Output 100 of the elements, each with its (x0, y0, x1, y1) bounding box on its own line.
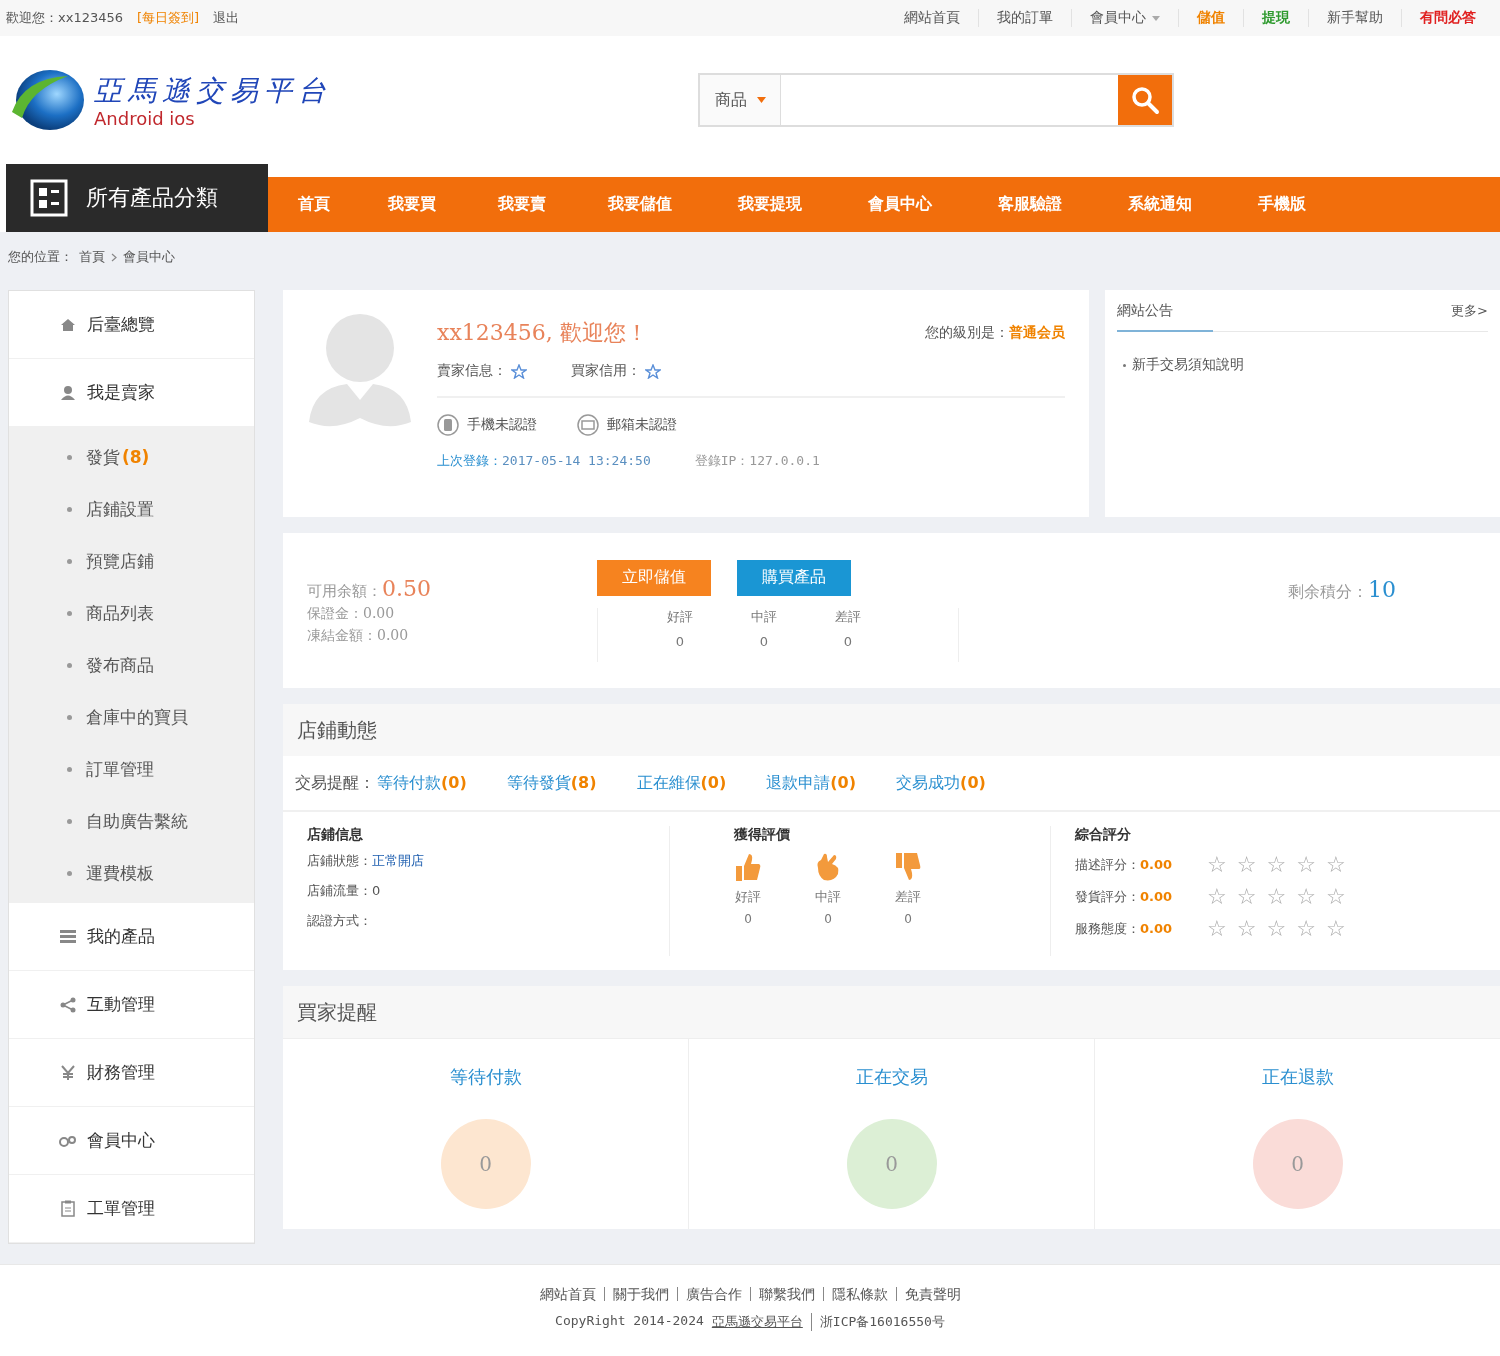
logout-link[interactable]: 退出 (213, 9, 240, 27)
bullet-icon (67, 818, 72, 824)
link-icon (59, 1134, 77, 1147)
frozen-amount: 凍結金額：0.00 (307, 627, 410, 645)
top-link[interactable]: 我的訂單 (997, 9, 1053, 27)
deposit-amount: 保證金：0.00 (307, 605, 396, 623)
star-icon (645, 363, 661, 379)
sidebar-subitem[interactable]: 發布商品 (86, 653, 154, 677)
top-link[interactable]: 網站首頁 (904, 9, 960, 27)
rating-label: 中評 (751, 607, 777, 626)
sidebar-subitem[interactable]: 店鋪設置 (86, 497, 154, 521)
top-link[interactable]: 會員中心 (1090, 9, 1146, 27)
logo-subtitle: Android ios (94, 107, 196, 129)
buyer-status-link[interactable]: 正在退款 (1261, 1065, 1334, 1089)
sidebar-subitem[interactable]: 商品列表 (86, 601, 154, 625)
score-label: 描述評分：0.00 (1075, 856, 1174, 874)
rating-count: 0 (759, 633, 769, 649)
rating-label: 差評 (835, 607, 861, 626)
sidebar-subitem[interactable]: 預覽店鋪 (86, 549, 154, 573)
mail-icon (577, 414, 599, 436)
share-icon (59, 996, 77, 1013)
star-rating: ☆ ☆ ☆ ☆ ☆ (1207, 852, 1346, 878)
buyer-status-link[interactable]: 正在交易 (855, 1065, 928, 1089)
reminder-label: 交易提醒： (295, 772, 375, 794)
bullet-icon (67, 662, 72, 668)
thumbs-down-icon (894, 852, 922, 882)
top-link[interactable]: 新手幫助 (1327, 9, 1383, 27)
sidebar-item[interactable]: 我的產品 (9, 903, 254, 971)
shop-info-row-text: 店鋪流量：0 (307, 882, 382, 900)
grid-icon (59, 930, 77, 943)
sidebar-subitem[interactable]: 發貨(8) (86, 445, 150, 469)
footer-link[interactable]: 聯繫我們 (749, 1287, 823, 1301)
review-label: 好評 (735, 888, 761, 906)
house-icon (59, 317, 77, 332)
reminder-link[interactable]: 等待發貨(8) (506, 772, 597, 794)
remaining-points: 剩余積分：10 (1288, 577, 1396, 603)
footer-link[interactable]: 關于我們 (603, 1287, 677, 1301)
sidebar-item[interactable]: 后臺總覽 (9, 291, 254, 359)
shop-info-row-text: 認證方式： (307, 912, 373, 930)
count-circle: 0 (440, 1119, 531, 1209)
reminder-link[interactable]: 退款申請(0) (766, 772, 857, 794)
person-icon (59, 384, 77, 401)
sidebar-subitem[interactable]: 自助廣告繫統 (86, 809, 188, 833)
chevron-icon (111, 252, 117, 262)
footer-link[interactable]: 網站首頁 (531, 1287, 604, 1301)
column-title: 獲得評價 (734, 826, 791, 844)
review-count: 0 (904, 912, 912, 926)
footer-link[interactable]: 隱私條款 (822, 1287, 896, 1301)
verification-status: 手機未認證 (467, 416, 537, 434)
footer-link[interactable]: 免責聲明 (895, 1287, 969, 1301)
available-balance: 可用余額：0.50 (307, 576, 432, 601)
sidebar-subitem[interactable]: 倉庫中的寶貝 (86, 705, 188, 729)
bullet-icon (67, 506, 72, 512)
sidebar-item[interactable]: 會員中心 (9, 1107, 254, 1175)
phone-icon (437, 414, 459, 436)
login-ip: 登錄IP：127.0.0.1 (694, 453, 820, 468)
sidebar-item[interactable]: 互動管理 (9, 971, 254, 1039)
breadcrumb-link[interactable]: 會員中心 (123, 248, 175, 266)
last-login: 上次登錄：2017-05-14 13:24:50 (437, 453, 651, 468)
sidebar-subitem[interactable]: 訂單管理 (86, 757, 154, 781)
column-title: 店鋪信息 (307, 826, 364, 844)
rating-label: 好評 (667, 607, 693, 626)
bullet-icon (67, 766, 72, 772)
more-link[interactable]: 更多> (1451, 302, 1488, 321)
category-icon (30, 179, 68, 217)
bullet-icon (67, 714, 72, 720)
category-menu-button[interactable]: 所有產品分類 (6, 164, 268, 232)
logo-title: 亞馬遜交易平台 (94, 72, 332, 109)
footer-link[interactable]: 廣告合作 (676, 1287, 750, 1301)
seller-info-label: 賣家信息： (437, 362, 507, 380)
reminder-link[interactable]: 等待付款(0) (377, 772, 467, 794)
breadcrumb-label: 您的位置： (8, 248, 73, 266)
bullet-icon (67, 454, 72, 460)
icp-number: 浙ICP备16016550号 (810, 1313, 945, 1331)
rating-count: 0 (843, 633, 853, 649)
buyer-credit-label: 買家信用： (571, 362, 641, 380)
section-title: 買家提醒 (283, 986, 1500, 1038)
reminder-link[interactable]: 正在維保(0) (636, 772, 727, 794)
buyer-status-link[interactable]: 等待付款 (449, 1065, 522, 1089)
notice-link[interactable]: 新手交易須知說明 (1132, 356, 1244, 372)
member-level: 您的級別是：普通会员 (925, 324, 1065, 342)
count-circle: 0 (846, 1119, 937, 1209)
rating-count: 0 (675, 633, 685, 649)
sidebar-item[interactable]: 財務管理 (9, 1039, 254, 1107)
bullet-icon (67, 610, 72, 616)
copyright-text: CopyRight 2014-2024 (555, 1313, 704, 1330)
bullet-icon (67, 870, 72, 876)
yen-icon (59, 1064, 77, 1081)
column-title: 綜合評分 (1075, 826, 1132, 844)
breadcrumb-link[interactable]: 首頁 (79, 248, 105, 266)
sidebar-item[interactable]: 工單管理 (9, 1175, 254, 1243)
reminder-link[interactable]: 交易成功(0) (896, 772, 986, 794)
score-label: 服務態度：0.00 (1075, 920, 1174, 938)
shop-info-row-text: 店鋪狀態：正常開店 (307, 852, 425, 870)
clipboard-icon (59, 1200, 77, 1217)
sidebar-subitem[interactable]: 運費模板 (86, 861, 154, 885)
greeting-text: 歡迎您：xx123456 (6, 9, 123, 27)
bullet-icon (67, 558, 72, 564)
star-rating: ☆ ☆ ☆ ☆ ☆ (1207, 916, 1346, 942)
top-link[interactable]: 有問必答 (1420, 9, 1476, 27)
